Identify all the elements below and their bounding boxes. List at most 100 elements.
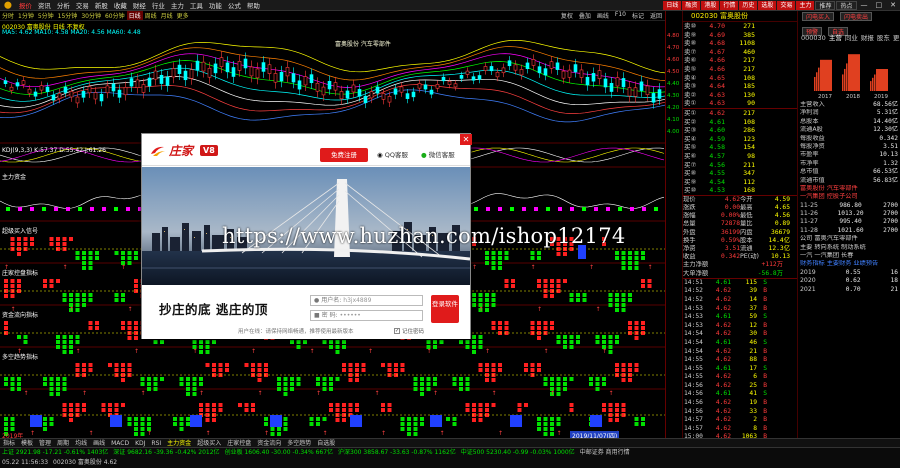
period-tab[interactable]: 5分钟 [36, 11, 56, 20]
signal-block [127, 368, 132, 372]
period-tab[interactable]: 分时 [0, 11, 16, 20]
menu-item[interactable]: 帮助 [244, 0, 263, 10]
indicator-tab[interactable]: 多空趋势 [284, 439, 314, 447]
login-button[interactable]: 登录软件 [431, 295, 459, 323]
menu-item[interactable]: 行业 [149, 0, 168, 10]
menu-item[interactable]: 新股 [92, 0, 111, 10]
sell-row[interactable]: 卖⑨ 4.69 385 [683, 31, 797, 40]
sell-row[interactable]: 卖⑦ 4.67 460 [683, 48, 797, 57]
buy-row[interactable]: 买⑨ 4.54 112 [683, 178, 797, 187]
buy-row[interactable]: 买⑥ 4.57 98 [683, 152, 797, 161]
period-tab[interactable]: 更多 [175, 11, 191, 20]
toolbar-button[interactable]: 融资 [682, 0, 701, 10]
menu-item[interactable]: 分析 [54, 0, 73, 10]
signal-block [49, 387, 54, 391]
buy-row[interactable]: 买⑧ 4.55 347 [683, 169, 797, 178]
menu-item[interactable]: 交易 [73, 0, 92, 10]
f10-tab[interactable]: 股东 [877, 33, 890, 43]
f10-tab[interactable]: 财报 [861, 33, 874, 43]
toolbar-button[interactable]: 日线 [663, 0, 682, 10]
menu-item[interactable]: 财经 [130, 0, 149, 10]
chart-tool[interactable]: F10 [612, 11, 629, 20]
stat-value: 0.00% [721, 212, 740, 220]
buy-row[interactable]: 买③ 4.60 286 [683, 126, 797, 135]
chart-tool[interactable]: 叠加 [576, 11, 594, 20]
buy-row[interactable]: 买⑩ 4.53 168 [683, 186, 797, 195]
wechat-support-link[interactable]: ● 微信客服 [421, 149, 455, 159]
news-item[interactable]: 富奥股份 汽车零部件 [798, 185, 900, 193]
sell-row[interactable]: 卖⑥ 4.66 217 [683, 56, 797, 65]
f10-tab[interactable]: 同业 [845, 33, 858, 43]
close-window-icon[interactable]: ✕ [886, 1, 900, 9]
qq-support-link[interactable]: ◉ QQ客服 [377, 149, 408, 159]
menu-item[interactable]: 主力 [168, 0, 187, 10]
indicator-tab[interactable]: 模板 [18, 439, 36, 447]
close-button[interactable]: ✕ [460, 134, 472, 145]
chart-tool[interactable]: 画线 [594, 11, 612, 20]
tick-list[interactable]: 14:51 4.61 115 S 14:52 4.62 39 B 14:52 4.62 14 B 14:… [683, 279, 797, 442]
indicator-tab[interactable]: 主力资金 [164, 439, 194, 447]
indicator-tab[interactable]: RSI [148, 439, 164, 447]
period-tab[interactable]: 15分钟 [56, 11, 80, 20]
buy-row[interactable]: 买② 4.61 108 [683, 118, 797, 127]
period-tab[interactable]: 60分钟 [103, 11, 127, 20]
buy-row[interactable]: 买⑤ 4.58 154 [683, 143, 797, 152]
indicator-tab[interactable]: 指标 [0, 439, 18, 447]
trade-button[interactable]: 闪电卖出 [840, 12, 873, 21]
remember-checkbox[interactable]: ✓ [394, 328, 400, 334]
toolbar-button[interactable]: 热点 [836, 0, 857, 10]
register-button[interactable]: 免费注册 [320, 148, 368, 162]
indicator-tab[interactable]: 均线 [72, 439, 90, 447]
period-tab[interactable]: 1分钟 [16, 11, 36, 20]
toolbar-button[interactable]: 港股 [701, 0, 720, 10]
toolbar-button[interactable]: 交易 [777, 0, 796, 10]
menu-item[interactable]: 功能 [206, 0, 225, 10]
indicator-tab[interactable]: 超级买入 [194, 439, 224, 447]
remember-password[interactable]: ✓ 记住密码 [394, 327, 424, 335]
sell-row[interactable]: 卖③ 4.64 185 [683, 82, 797, 91]
indicator-tab[interactable]: 周期 [54, 439, 72, 447]
sell-row[interactable]: 卖⑤ 4.66 217 [683, 65, 797, 74]
chart-tool[interactable]: 返回 [647, 11, 665, 20]
buy-row[interactable]: 买① 4.62 217 [683, 109, 797, 118]
finance-label[interactable]: 财务指标 主要财务 业绩预告 [798, 260, 900, 268]
username-field[interactable]: ● 用户名: h3jx4889 [310, 295, 423, 306]
toolbar-button[interactable]: 主力 [796, 0, 815, 10]
sell-row[interactable]: 卖① 4.63 90 [683, 99, 797, 108]
chart-tool[interactable]: 标记 [629, 11, 647, 20]
sell-row[interactable]: 卖⑩ 4.70 271 [683, 22, 797, 31]
period-tab[interactable]: 30分钟 [79, 11, 103, 20]
toolbar-button[interactable]: 推荐 [815, 0, 836, 10]
indicator-tab[interactable]: 自选股 [314, 439, 338, 447]
menu-item[interactable]: 公式 [225, 0, 244, 10]
indicator-tab[interactable]: 画线 [90, 439, 108, 447]
period-tab[interactable]: 周线 [143, 11, 159, 20]
chart-tool[interactable]: 复权 [558, 11, 576, 20]
indicator-tab[interactable]: 庄家控盘 [224, 439, 254, 447]
f10-tab[interactable]: 主营 [829, 33, 842, 43]
toolbar-button[interactable]: 选股 [758, 0, 777, 10]
buy-row[interactable]: 买④ 4.59 123 [683, 135, 797, 144]
maximize-icon[interactable]: □ [872, 1, 887, 9]
indicator-tab[interactable]: 资金流向 [254, 439, 284, 447]
buy-row[interactable]: 买⑦ 4.56 211 [683, 161, 797, 170]
menu-item[interactable]: 收藏 [111, 0, 130, 10]
toolbar-button[interactable]: 历史 [739, 0, 758, 10]
period-tab[interactable]: 月线 [159, 11, 175, 20]
toolbar-button[interactable]: 行情 [720, 0, 739, 10]
menu-item[interactable]: 工具 [187, 0, 206, 10]
f10-tab[interactable]: 更多 [893, 33, 900, 43]
sell-row[interactable]: 卖② 4.63 130 [683, 91, 797, 100]
sell-row[interactable]: 卖④ 4.65 108 [683, 74, 797, 83]
indicator-tab[interactable]: 管理 [36, 439, 54, 447]
news-item[interactable]: 一汽集团 控股子公司 [798, 193, 900, 201]
menu-item[interactable]: 资讯 [35, 0, 54, 10]
trade-button[interactable]: 闪电买入 [802, 12, 835, 21]
indicator-tab[interactable]: MACD [108, 439, 132, 447]
indicator-tab[interactable]: KDJ [132, 439, 148, 447]
menu-item[interactable]: 报价 [16, 0, 35, 10]
period-tab[interactable]: 日线 [126, 11, 143, 20]
password-field[interactable]: ■ 密 码: •••••• [310, 310, 423, 321]
minimize-icon[interactable]: — [857, 1, 872, 9]
sell-row[interactable]: 卖⑧ 4.68 1108 [683, 39, 797, 48]
